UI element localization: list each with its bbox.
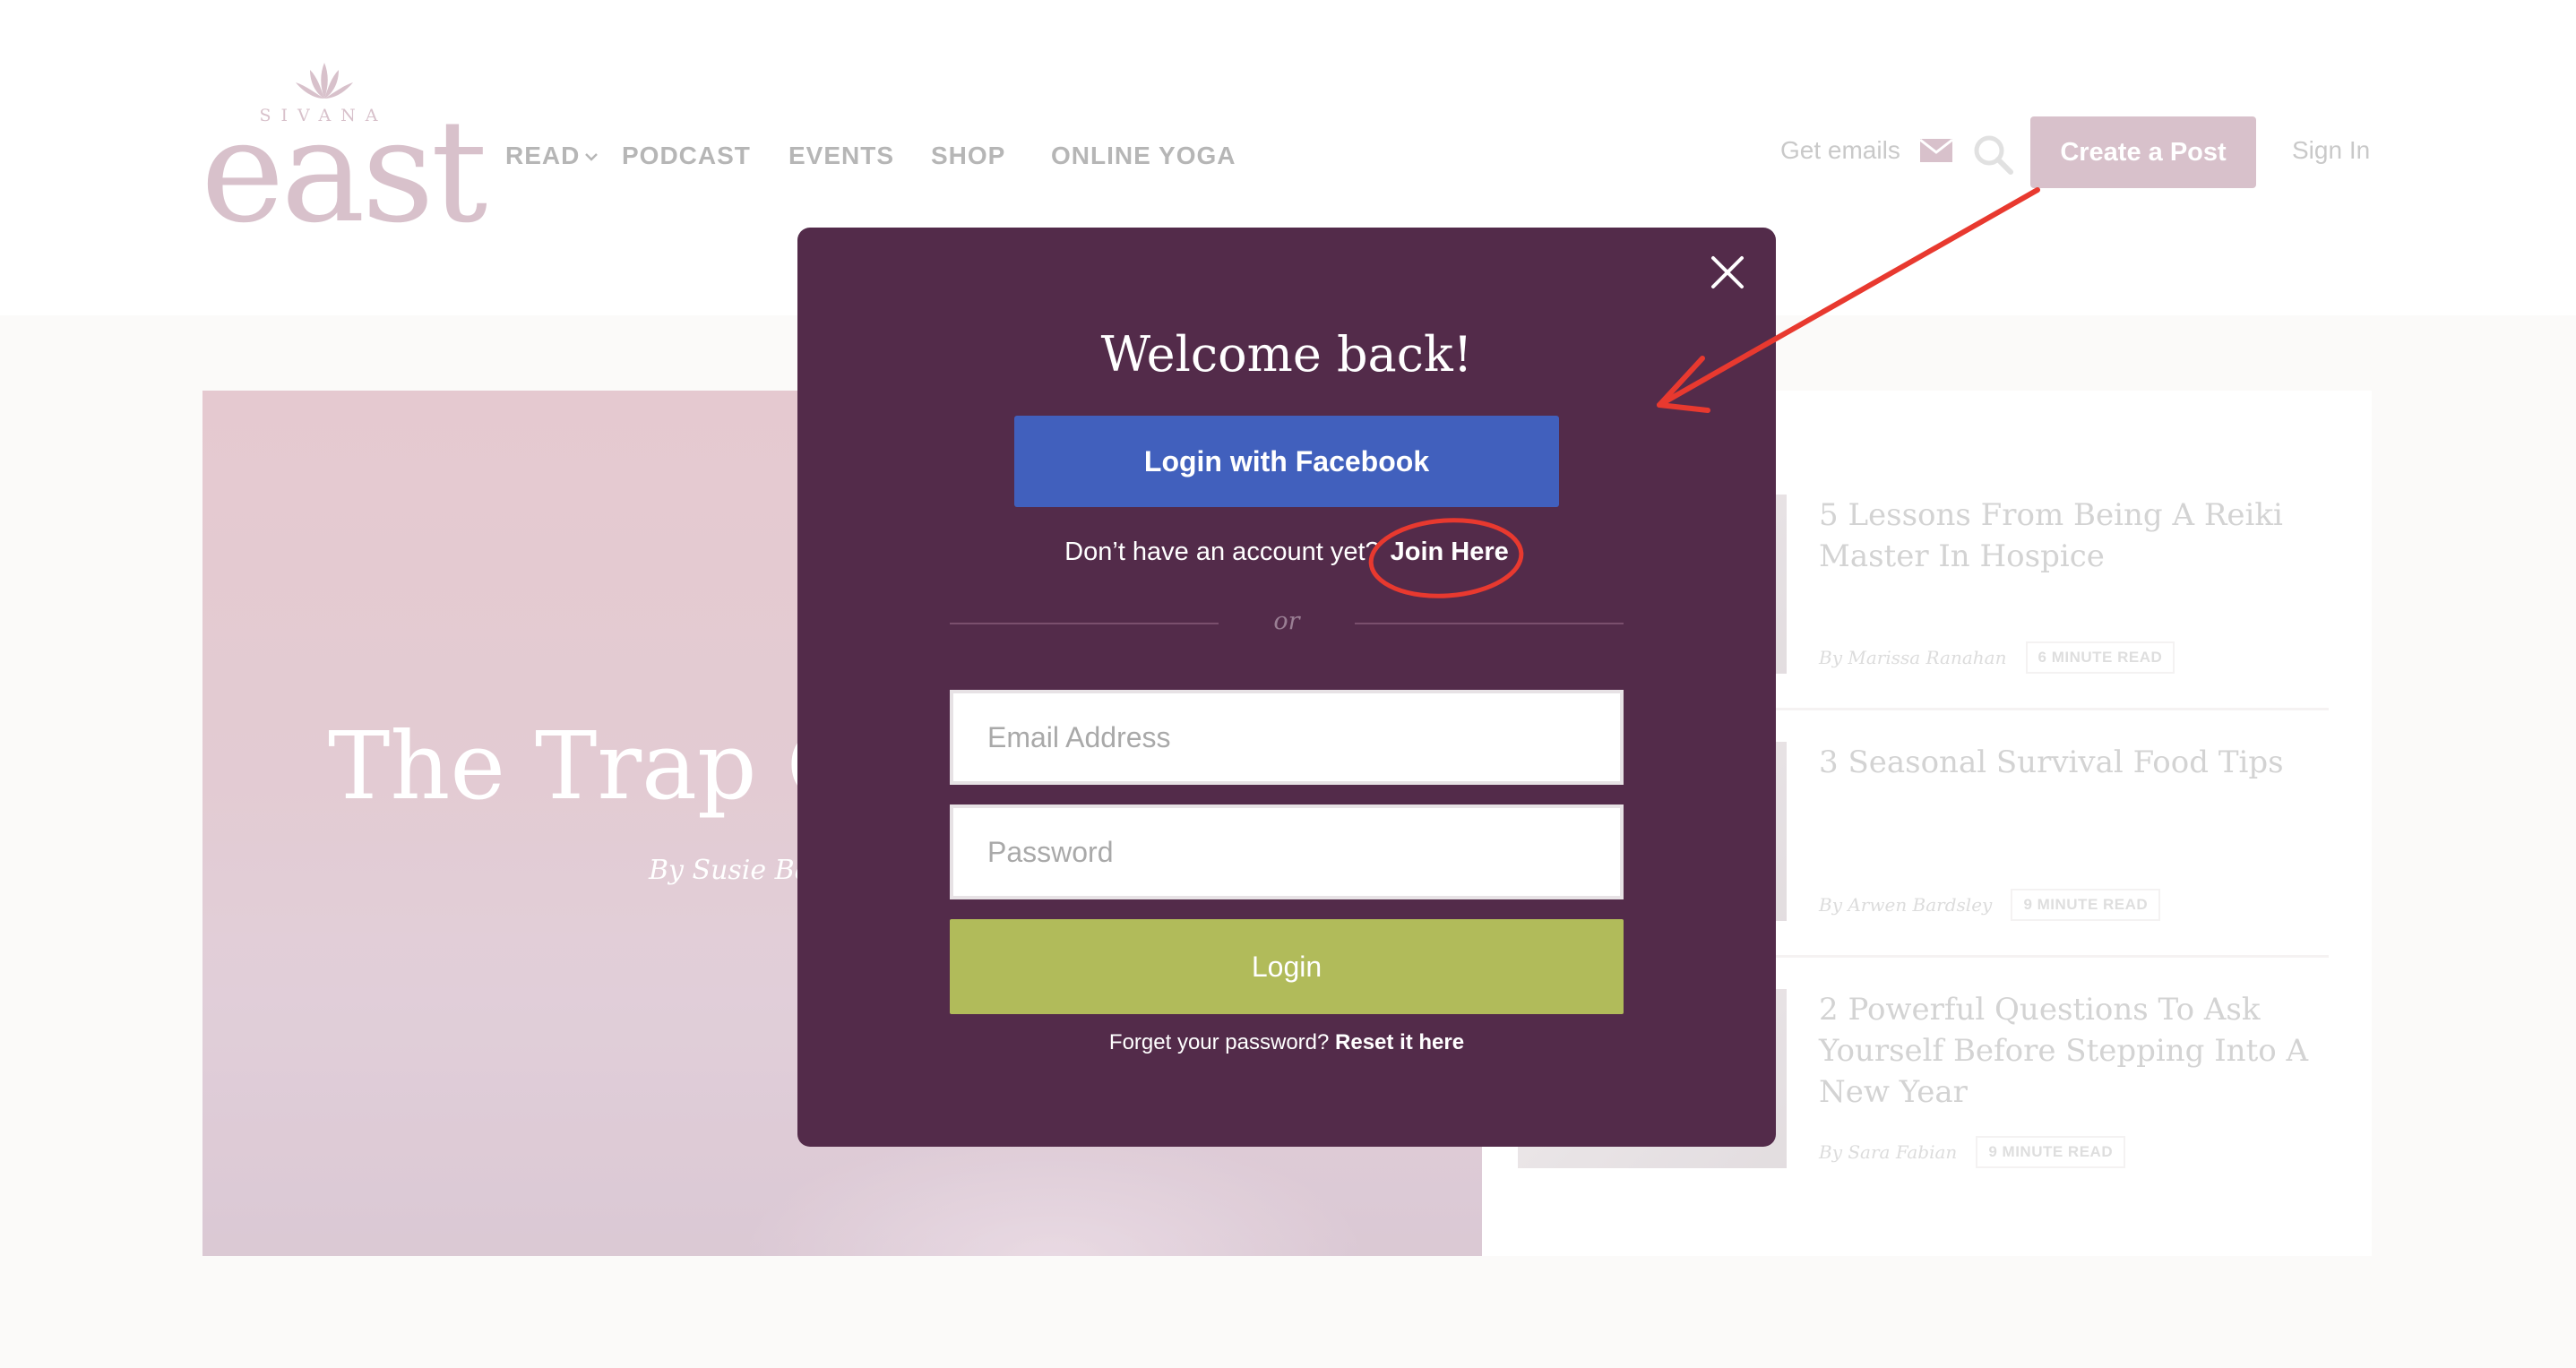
- divider-line-left: [950, 623, 1219, 624]
- reset-password-link[interactable]: Reset it here: [1335, 1030, 1464, 1054]
- modal-title: Welcome back!: [1100, 326, 1473, 383]
- facebook-login-button[interactable]: Login with Facebook: [1014, 416, 1559, 507]
- email-field[interactable]: [950, 690, 1624, 785]
- divider-or-label: or: [1273, 607, 1300, 635]
- forgot-password-text: Forget your password?: [1108, 1030, 1330, 1054]
- forgot-password-row: Forget your password? Reset it here: [797, 1030, 1776, 1055]
- login-button[interactable]: Login: [950, 919, 1624, 1014]
- join-here-link[interactable]: Join Here: [1391, 538, 1509, 566]
- signup-prompt: Don’t have an account yet? Join Here: [797, 538, 1776, 567]
- login-modal: Welcome back! Login with Facebook Don’t …: [797, 228, 1776, 1147]
- divider-line-right: [1355, 623, 1624, 624]
- close-icon[interactable]: [1708, 253, 1747, 292]
- password-field[interactable]: [950, 804, 1624, 899]
- no-account-text: Don’t have an account yet?: [1064, 538, 1380, 566]
